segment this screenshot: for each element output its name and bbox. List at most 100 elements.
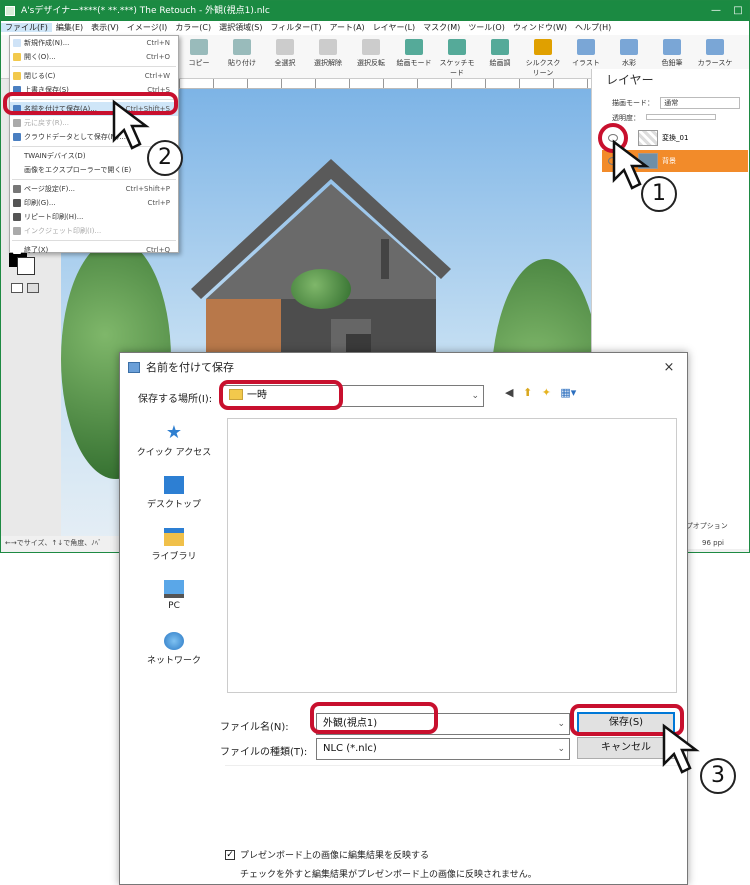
- desktop-icon: [164, 476, 184, 494]
- app-icon: [5, 6, 15, 16]
- file-menu-item[interactable]: 閉じる(C) Ctrl+W: [10, 69, 178, 83]
- back-icon[interactable]: ◀: [505, 386, 513, 399]
- toolbar-button[interactable]: 選択解除: [308, 39, 348, 75]
- mask-mode-icon[interactable]: [11, 283, 23, 293]
- menu-item[interactable]: レイヤー(L): [369, 23, 419, 32]
- menu-item[interactable]: ウィンドウ(W): [509, 23, 571, 32]
- toolbar-label: 色鉛筆: [661, 59, 683, 67]
- toolbar-button[interactable]: 選択反転: [351, 39, 391, 75]
- menu-item-shortcut: Ctrl+W: [144, 72, 170, 80]
- toolbar-button[interactable]: 絵画調: [480, 39, 520, 75]
- place-label: クイック アクセス: [136, 448, 212, 458]
- menu-item-icon: [13, 152, 21, 160]
- view-menu-icon[interactable]: ▦▾: [560, 386, 576, 399]
- file-menu-item[interactable]: 新規作成(N)... Ctrl+N: [10, 36, 178, 50]
- place-library[interactable]: ライブラリ: [124, 528, 224, 562]
- menu-item-label: 元に戻す(R)...: [24, 119, 70, 127]
- toolbar-icon: [448, 39, 466, 55]
- toolbar-button[interactable]: 貼り付け: [222, 39, 262, 75]
- toolbar-icon: [276, 39, 294, 55]
- toolbar-label: コピー: [188, 59, 210, 67]
- app-title: A'sデザイナー****(* **.***) The Retouch - 外観(…: [21, 6, 270, 16]
- menu-item[interactable]: フィルター(T): [266, 23, 325, 32]
- toolbar-label: 貼り付け: [228, 59, 256, 67]
- opacity-slider[interactable]: [646, 114, 717, 120]
- up-folder-icon[interactable]: ⬆: [523, 386, 532, 399]
- menu-item[interactable]: 選択領域(S): [215, 23, 266, 32]
- maximize-icon[interactable]: □: [723, 1, 750, 21]
- menu-item-label: インクジェット印刷(I)...: [24, 227, 102, 235]
- place-quick-access[interactable]: ★ クイック アクセス: [124, 422, 224, 459]
- menu-item[interactable]: イメージ(I): [123, 23, 171, 32]
- layer-name: 変換_01: [662, 134, 689, 142]
- menu-item-shortcut: Ctrl+N: [146, 39, 170, 47]
- blend-mode-label: 描画モード：: [612, 99, 654, 107]
- new-folder-icon[interactable]: ✦: [542, 386, 551, 399]
- menu-item-icon: [13, 213, 21, 221]
- menu-item-label: 開く(O)...: [24, 53, 56, 61]
- menu-item-icon: [13, 185, 21, 193]
- menu-item[interactable]: アート(A): [325, 23, 368, 32]
- menu-separator: [12, 240, 176, 241]
- reflect-checkbox[interactable]: ✓: [225, 850, 235, 860]
- step-1-badge: 1: [641, 176, 677, 212]
- file-menu-item[interactable]: 印刷(G)... Ctrl+P: [10, 196, 178, 210]
- toolbar-button[interactable]: 全選択: [265, 39, 305, 75]
- place-network[interactable]: ネットワーク: [124, 632, 224, 666]
- menu-item-icon: [13, 72, 21, 80]
- toolbar-button[interactable]: シルクスクリーン: [523, 39, 563, 77]
- place-label: ネットワーク: [146, 656, 201, 666]
- layer-panel-title: レイヤー: [606, 73, 654, 87]
- menu-item-shortcut: Ctrl+O: [146, 53, 170, 61]
- file-menu-item[interactable]: ページ設定(F)... Ctrl+Shift+P: [10, 182, 178, 196]
- menu-item[interactable]: ファイル(F): [1, 23, 52, 32]
- toolbar-icon: [190, 39, 208, 55]
- menu-item[interactable]: 表示(V): [87, 23, 123, 32]
- toolbar-icon: [319, 39, 337, 55]
- file-menu-item[interactable]: リピート印刷(H)...: [10, 210, 178, 224]
- toolbar-button[interactable]: スケッチモード: [437, 39, 477, 77]
- menu-item[interactable]: マスク(M): [419, 23, 464, 32]
- close-icon[interactable]: ×: [659, 353, 679, 383]
- dialog-toolbar: ◀ ⬆ ✦ ▦▾: [505, 386, 576, 404]
- toolbar-button[interactable]: コピー: [179, 39, 219, 75]
- file-menu-item[interactable]: 終了(X) Ctrl+Q: [10, 243, 178, 257]
- menu-item[interactable]: ツール(O): [464, 23, 509, 32]
- place-desktop[interactable]: デスクトップ: [124, 476, 224, 510]
- horizontal-ruler: [179, 79, 591, 89]
- toolbar-button[interactable]: 絵画モード: [394, 39, 434, 75]
- menu-item-icon: [13, 133, 21, 141]
- place-label: ライブラリ: [151, 552, 197, 562]
- toolbar-label: 水彩: [622, 59, 636, 67]
- tree-middle: [291, 269, 351, 309]
- file-list[interactable]: [227, 418, 677, 693]
- menu-separator: [12, 179, 176, 180]
- file-menu-item[interactable]: 開く(O)... Ctrl+O: [10, 50, 178, 64]
- menu-item-icon: [13, 166, 21, 174]
- save-in-label: 保存する場所(I):: [138, 394, 213, 405]
- menu-item[interactable]: 編集(E): [52, 23, 87, 32]
- menu-item-label: 印刷(G)...: [24, 199, 56, 207]
- ppi-readout: 96 ppi: [702, 539, 724, 547]
- menu-item[interactable]: ヘルプ(H): [571, 23, 615, 32]
- filetype-select[interactable]: NLC (*.nlc) ⌄: [316, 738, 570, 760]
- pc-icon: [164, 580, 184, 598]
- screen-mode-icon[interactable]: [27, 283, 39, 293]
- menu-item-shortcut: Ctrl+P: [147, 199, 170, 207]
- step-2-badge: 2: [147, 140, 183, 176]
- dialog-titlebar: 名前を付けて保存: [120, 353, 687, 383]
- star-icon: ★: [165, 422, 183, 443]
- step-3-badge: 3: [700, 758, 736, 794]
- network-icon: [164, 632, 184, 650]
- toolbar-label: イラスト: [572, 59, 600, 67]
- background-color-swatch[interactable]: [17, 257, 35, 275]
- blend-mode-row: 描画モード： 通常: [612, 97, 741, 109]
- file-menu-item[interactable]: インクジェット印刷(I)...: [10, 224, 178, 238]
- checkbox-note: チェックを外すと編集結果がプレゼンボード上の画像に反映されません。: [240, 870, 537, 880]
- menu-item-label: リピート印刷(H)...: [24, 213, 84, 221]
- toolbar-icon: [362, 39, 380, 55]
- place-pc[interactable]: PC: [124, 580, 224, 611]
- menu-item[interactable]: カラー(C): [171, 23, 215, 32]
- blend-mode-select[interactable]: 通常: [660, 97, 741, 109]
- toolbar-icon: [405, 39, 423, 55]
